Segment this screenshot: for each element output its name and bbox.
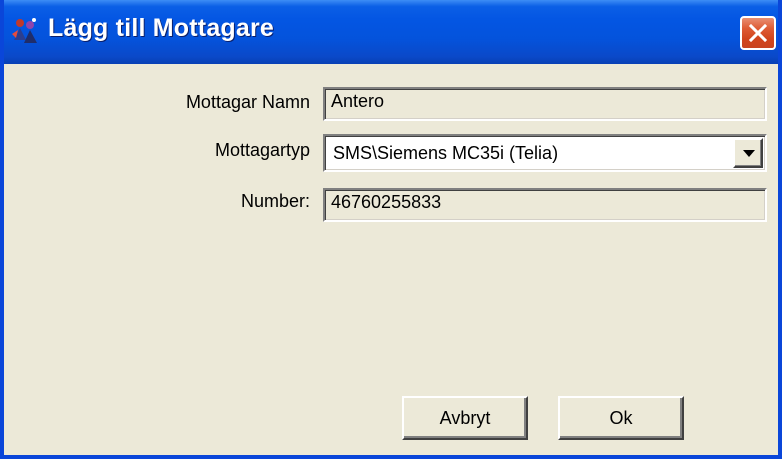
window-title: Lägg till Mottagare <box>48 14 275 42</box>
close-button[interactable] <box>740 16 776 50</box>
type-dropdown[interactable]: SMS\Siemens MC35i (Telia) <box>323 134 767 172</box>
ok-button-label: Ok <box>609 408 633 428</box>
number-value: 46760255833 <box>331 192 442 212</box>
number-field[interactable]: 46760255833 <box>323 188 767 222</box>
people-icon <box>12 18 37 43</box>
chevron-down-icon <box>743 150 755 157</box>
type-label: Mottagartyp <box>214 140 310 160</box>
ok-button[interactable]: Ok <box>558 396 684 440</box>
name-label: Mottagar Namn <box>185 92 310 112</box>
type-selected-value: SMS\Siemens MC35i (Telia) <box>333 143 559 163</box>
dialog-body: Mottagar Namn Antero Mottagartyp SMS\Sie… <box>4 64 778 455</box>
cancel-button-label: Avbryt <box>439 408 491 428</box>
number-label: Number: <box>240 191 310 211</box>
cancel-button[interactable]: Avbryt <box>402 396 528 440</box>
dialog-window: Lägg till Mottagare Mottagar Namn Antero… <box>0 0 782 459</box>
title-bar[interactable]: Lägg till Mottagare <box>4 0 778 64</box>
name-field[interactable]: Antero <box>323 87 767 121</box>
type-dropdown-button[interactable] <box>733 138 763 168</box>
name-value: Antero <box>331 91 385 111</box>
close-icon <box>749 24 767 42</box>
